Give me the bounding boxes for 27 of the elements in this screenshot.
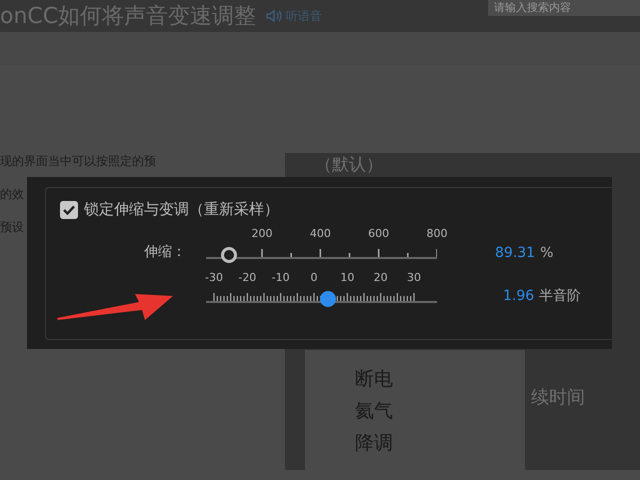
- preset-title: （默认）: [314, 154, 383, 176]
- search-field[interactable]: 请输入搜索内容: [488, 0, 640, 16]
- tick-label: 0: [310, 271, 318, 284]
- tick-label: 20: [374, 271, 388, 284]
- tick-label: 800: [426, 227, 448, 240]
- stretch-slider[interactable]: 200 400 600 800: [196, 227, 447, 263]
- tick-label: 600: [368, 227, 390, 240]
- tick-label: -10: [272, 271, 290, 284]
- speaker-icon: [266, 9, 282, 23]
- tick-label: 400: [310, 227, 331, 240]
- tick-label: 200: [252, 227, 272, 240]
- check-icon: [63, 204, 75, 214]
- pitch-slider[interactable]: -30 -20 -10 0 10 20 30: [196, 271, 447, 307]
- tick-label: 10: [340, 271, 354, 284]
- tick-label: -20: [238, 271, 256, 284]
- unit-label: %: [540, 245, 554, 261]
- slider-label: 伸缩：: [144, 243, 186, 261]
- tick-label: 30: [407, 271, 421, 284]
- slider-thumb[interactable]: [320, 291, 336, 307]
- duration-label: 续时间: [531, 386, 585, 409]
- slider-thumb[interactable]: [221, 247, 238, 263]
- value-reading[interactable]: 1.96: [503, 288, 534, 304]
- unit-label: 半音阶: [539, 287, 582, 305]
- lock-checkbox[interactable]: [60, 200, 78, 218]
- checkbox-label: 锁定伸缩与变调（重新采样）: [84, 200, 279, 219]
- value-reading[interactable]: 89.31: [495, 245, 536, 261]
- tick-label: -30: [205, 271, 223, 284]
